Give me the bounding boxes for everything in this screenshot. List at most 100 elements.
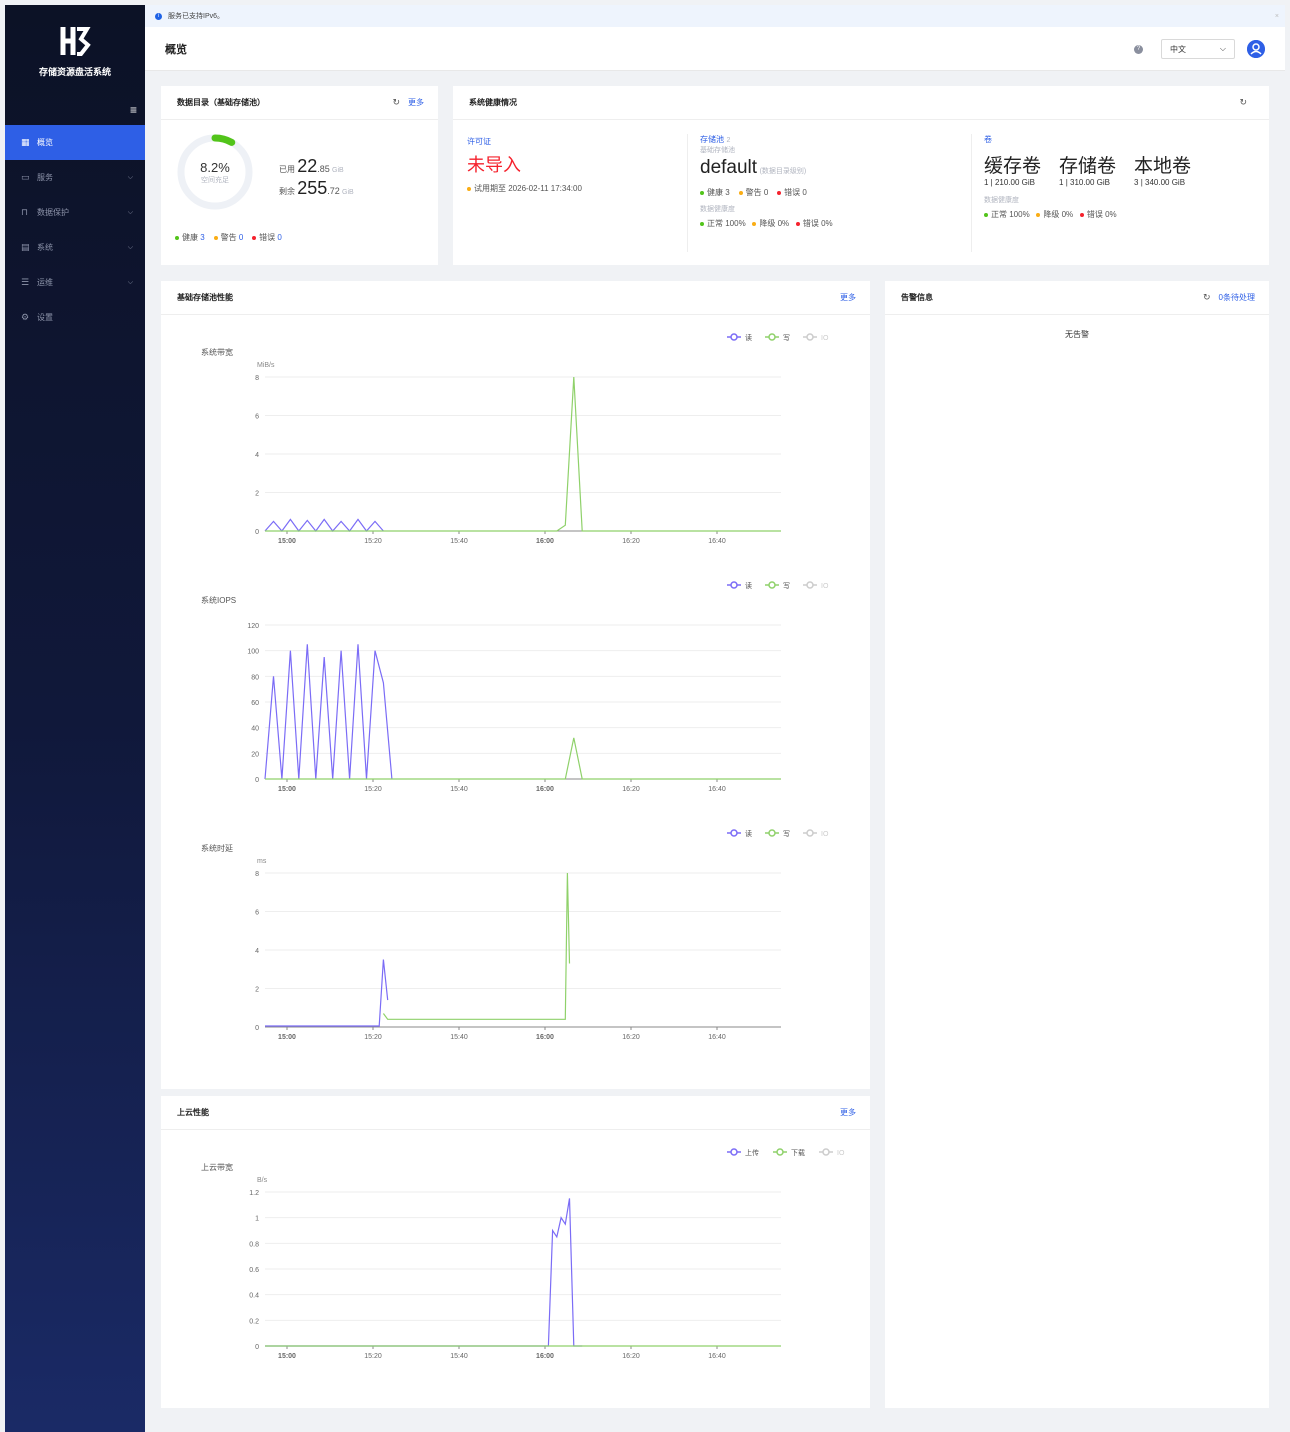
x-tick-label: 16:00 bbox=[536, 1034, 554, 1041]
x-tick-label: 15:40 bbox=[450, 786, 468, 793]
x-tick-label: 15:00 bbox=[278, 1034, 296, 1041]
volume-type-name: 缓存卷 bbox=[984, 156, 1042, 177]
pending-alerts-link[interactable]: 0条待处理 bbox=[1219, 292, 1255, 303]
logo: 存储资源盘活系统 bbox=[5, 5, 145, 95]
sidebar-item-label: 概览 bbox=[37, 138, 53, 147]
series-line-0 bbox=[264, 644, 393, 780]
y-unit-label: MiB/s bbox=[257, 362, 275, 369]
free-dec: .72 bbox=[327, 186, 340, 196]
iops-chart: 读 写 IO 系统IOPS 0 20 40 60 80 100 120 15:00 15:20 15:40… bbox=[201, 581, 829, 793]
used-label: 已用 bbox=[279, 165, 295, 174]
pool-label[interactable]: 存储池 bbox=[700, 135, 724, 144]
x-tick-label: 16:20 bbox=[622, 786, 640, 793]
language-select[interactable]: 中文 ⌵ bbox=[1161, 39, 1235, 59]
used-unit: GiB bbox=[332, 167, 344, 174]
series-line-0 bbox=[265, 1198, 583, 1347]
legend-marker bbox=[776, 1148, 784, 1156]
x-tick-label: 16:20 bbox=[622, 1034, 640, 1041]
legend-marker bbox=[768, 333, 776, 341]
y-tick-label: 1.2 bbox=[249, 1190, 259, 1197]
sidebar-item-4[interactable]: ☰ 运维 ⌵ bbox=[5, 265, 145, 300]
y-tick-label: 120 bbox=[247, 623, 259, 630]
latency-chart: 读 写 IO 系统时延 ms 0 2 4 6 8 15:00 15:20 15:40 16:00 16:20… bbox=[201, 829, 829, 1041]
x-tick-label: 16:00 bbox=[536, 538, 554, 545]
y-tick-label: 8 bbox=[255, 375, 259, 382]
cloud-bandwidth-chart: 上传 下载 IO 上云带宽 B/s 0 0.2 0.4 0.6 0.8 1 1.2 15:00 15:20… bbox=[201, 1148, 845, 1360]
health-title: 系统健康情况 bbox=[469, 98, 517, 107]
catalog-status: 健康 3 警告 0 错误 0 bbox=[175, 232, 282, 243]
x-tick-label: 15:40 bbox=[450, 1034, 468, 1041]
used-dec: .85 bbox=[317, 164, 330, 174]
volume-type-name: 本地卷 bbox=[1134, 156, 1192, 177]
user-avatar-icon[interactable] bbox=[1247, 40, 1265, 58]
sidebar-item-2[interactable]: ⊓ 数据保护 ⌵ bbox=[5, 195, 145, 230]
topbar: 概览 ? 中文 ⌵ bbox=[145, 27, 1285, 71]
x-tick-label: 15:20 bbox=[364, 1353, 382, 1360]
x-tick-label: 16:00 bbox=[536, 786, 554, 793]
legend-label: IO bbox=[837, 1150, 845, 1157]
chevron-down-icon: ⌵ bbox=[127, 208, 133, 216]
grid-icon: ▦ bbox=[21, 137, 30, 147]
x-tick-label: 16:40 bbox=[708, 1353, 726, 1360]
x-tick-label: 15:20 bbox=[364, 1034, 382, 1041]
usage-label: 空间充足 bbox=[201, 177, 229, 184]
refresh-icon[interactable]: ↻ bbox=[1239, 97, 1247, 108]
y-unit-label: B/s bbox=[257, 1177, 268, 1184]
y-tick-label: 0.8 bbox=[249, 1241, 259, 1248]
x-tick-label: 15:40 bbox=[450, 538, 468, 545]
volume-type: 本地卷 3 | 340.00 GiB bbox=[1134, 151, 1191, 187]
volume-type: 缓存卷 1 | 210.00 GiB bbox=[984, 151, 1041, 187]
volume-label[interactable]: 卷 bbox=[984, 134, 1209, 145]
y-tick-label: 0 bbox=[255, 777, 259, 784]
sidebar-item-3[interactable]: ▤ 系统 ⌵ bbox=[5, 230, 145, 265]
y-tick-label: 40 bbox=[251, 726, 259, 733]
refresh-icon[interactable]: ↻ bbox=[392, 97, 400, 108]
page-title: 概览 bbox=[165, 43, 187, 56]
x-tick-label: 16:20 bbox=[622, 538, 640, 545]
legend-label: IO bbox=[821, 583, 829, 590]
perf-card: 基础存储池性能 更多 读写 IO 系统带宽 MiB/s 0 2 4 6 8 15:00 15:20 1… bbox=[161, 281, 870, 1089]
bandwidth-chart: 读 写 IO 系统带宽 MiB/s 0 2 4 6 8 15:00 15:20 15:40 16:00 16… bbox=[201, 333, 829, 545]
y-tick-label: 4 bbox=[255, 948, 259, 955]
pool-data-health-label: 数据健康度 bbox=[700, 206, 735, 213]
x-tick-label: 15:00 bbox=[278, 786, 296, 793]
chart-title: 系统IOPS bbox=[201, 595, 236, 605]
sidebar-item-1[interactable]: ▭ 服务 ⌵ bbox=[5, 160, 145, 195]
sidebar-item-5[interactable]: ⚙ 设置 bbox=[5, 300, 145, 335]
free-int: 255 bbox=[297, 178, 328, 198]
perf-more-link[interactable]: 更多 bbox=[840, 292, 856, 303]
legend-label: IO bbox=[821, 831, 829, 838]
x-tick-label: 15:00 bbox=[278, 1353, 296, 1360]
chart-title: 系统时延 bbox=[201, 843, 233, 853]
x-tick-label: 16:20 bbox=[622, 1353, 640, 1360]
series-line-1 bbox=[382, 872, 571, 1020]
logo-icon bbox=[60, 26, 91, 56]
sidebar-item-label: 运维 bbox=[37, 278, 53, 287]
close-icon[interactable]: × bbox=[1275, 13, 1279, 20]
menu-toggle-icon[interactable]: ≡ bbox=[5, 95, 145, 125]
x-tick-label: 15:00 bbox=[278, 538, 296, 545]
chevron-down-icon: ⌵ bbox=[1219, 44, 1226, 53]
legend-marker bbox=[730, 1148, 738, 1156]
used-int: 22 bbox=[297, 156, 318, 176]
catalog-more-link[interactable]: 更多 bbox=[408, 97, 424, 108]
x-tick-label: 16:40 bbox=[708, 1034, 726, 1041]
refresh-icon[interactable]: ↻ bbox=[1203, 292, 1211, 303]
legend-label: 上传 bbox=[745, 1148, 759, 1157]
help-icon[interactable]: ? bbox=[1134, 44, 1143, 54]
sidebar-item-0[interactable]: ▦ 概览 bbox=[5, 125, 145, 160]
series-line-0 bbox=[265, 959, 389, 1027]
legend-marker bbox=[822, 1148, 830, 1156]
volume-type: 存储卷 1 | 310.00 GiB bbox=[1059, 151, 1116, 187]
banner-text: 服务已支持IPv6。 bbox=[168, 13, 225, 20]
x-tick-label: 15:20 bbox=[364, 538, 382, 545]
free-unit: GiB bbox=[342, 189, 354, 196]
legend-label: 下载 bbox=[791, 1148, 805, 1157]
alerts-title: 告警信息 bbox=[901, 293, 933, 302]
cloud-more-link[interactable]: 更多 bbox=[840, 1107, 856, 1118]
license-value: 未导入 bbox=[467, 155, 521, 175]
list-icon: ☰ bbox=[21, 277, 30, 287]
legend-label: 写 bbox=[783, 334, 790, 342]
sidebar-item-label: 系统 bbox=[37, 243, 53, 252]
y-tick-label: 0.2 bbox=[249, 1318, 259, 1325]
